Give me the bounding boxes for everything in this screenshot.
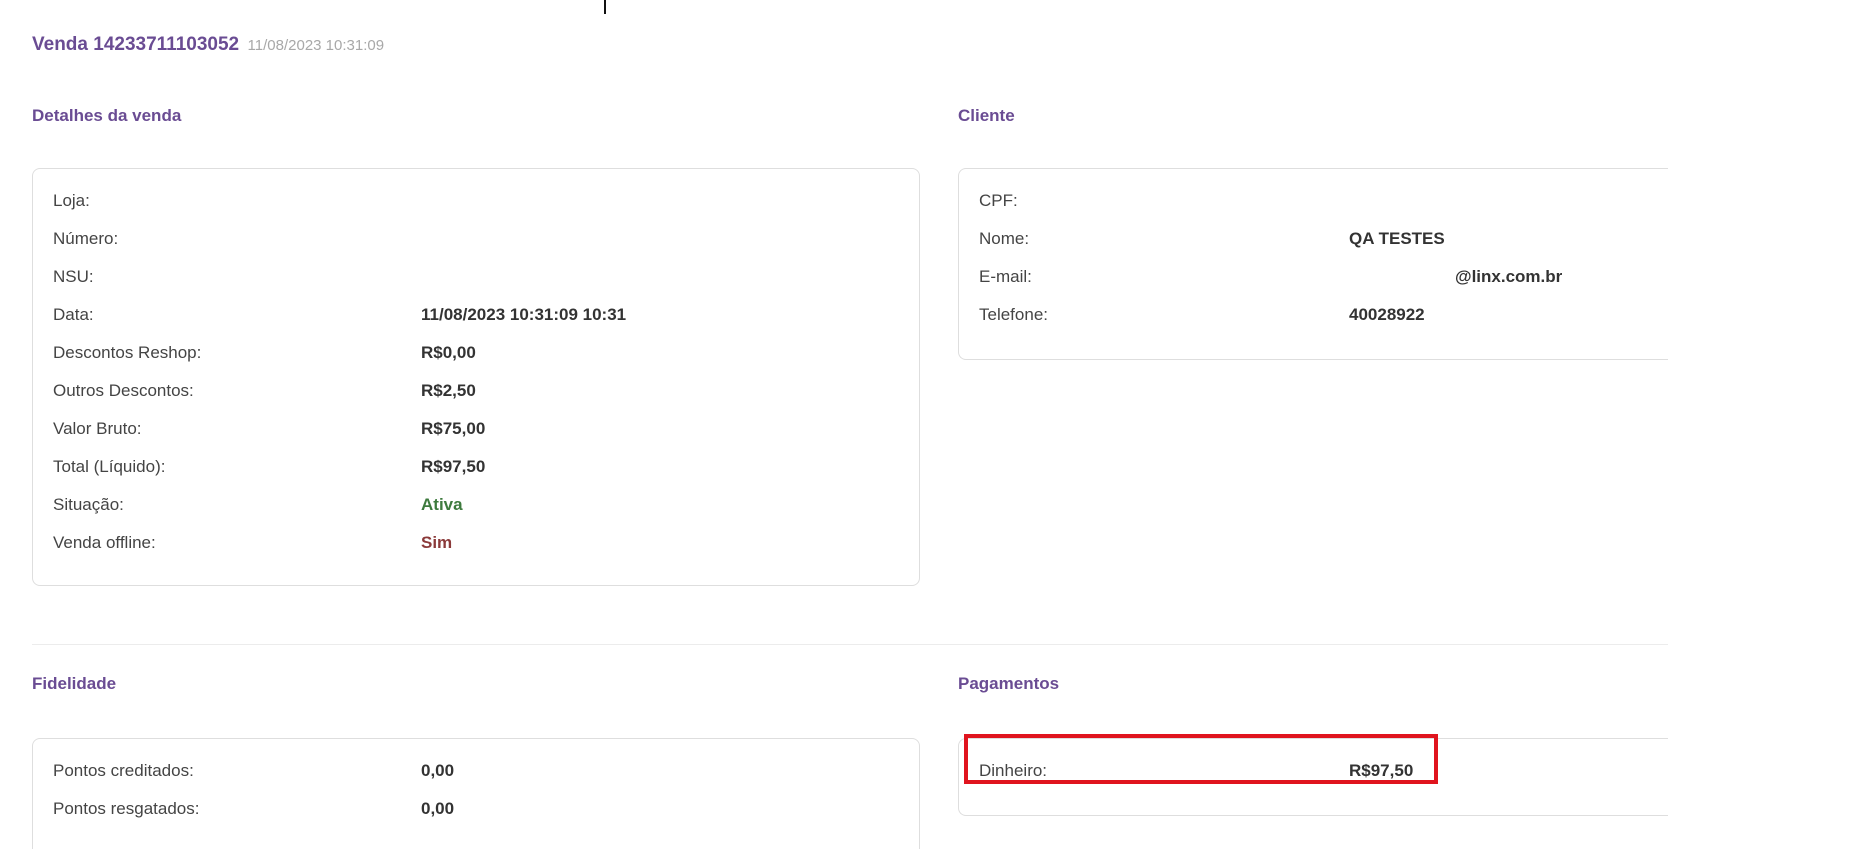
cropped-top-text [0,0,1852,16]
loyalty-value: 0,00 [421,761,455,780]
detail-value: R$97,50 [421,457,486,476]
client-label: Nome: [979,229,1030,248]
client-value: QA TESTES [1349,229,1445,248]
sale-title: Venda 14233711103052 [32,34,240,55]
detail-label: Data: [53,305,94,324]
client-value: 40028922 [1349,305,1425,324]
detail-value: 11/08/2023 10:31:09 10:31 [421,305,627,324]
details-card: Loja: Número: NSU: Data: 11/08/2023 10:3… [32,168,920,586]
text-cursor [604,0,606,14]
client-section-title: Cliente [958,106,1015,125]
offline-value: Sim [421,533,453,552]
detail-label: Venda offline: [53,533,156,552]
detail-label: NSU: [53,267,94,286]
client-label: Telefone: [979,305,1048,324]
detail-label: Situação: [53,495,124,514]
detail-value: R$75,00 [421,419,486,438]
client-label: CPF: [979,191,1018,210]
details-section-title: Detalhes da venda [32,106,182,125]
sale-datetime: 11/08/2023 10:31:09 [247,37,385,54]
detail-label: Total (Líquido): [53,457,166,476]
sale-details-page: Venda 14233711103052 11/08/2023 10:31:09… [0,0,1852,849]
detail-label: Número: [53,229,119,248]
detail-value: R$2,50 [421,381,476,400]
client-card: CPF: Nome: QA TESTES E-mail: @linx.com.b… [958,168,1668,360]
payments-section-title: Pagamentos [958,674,1060,693]
detail-label: Descontos Reshop: [53,343,202,362]
loyalty-label: Pontos resgatados: [53,799,200,818]
sale-header: Venda 14233711103052 11/08/2023 10:31:09 [32,34,384,56]
client-label: E-mail: [979,267,1032,286]
client-value: @linx.com.br [1455,267,1563,286]
loyalty-label: Pontos creditados: [53,761,194,780]
loyalty-card: Pontos creditados: 0,00 Pontos resgatado… [32,738,920,849]
detail-label: Valor Bruto: [53,419,142,438]
status-value: Ativa [421,495,463,514]
detail-label: Loja: [53,191,90,210]
detail-label: Outros Descontos: [53,381,194,400]
section-divider [32,644,1668,645]
detail-value: R$0,00 [421,343,476,362]
loyalty-section-title: Fidelidade [32,674,117,693]
highlight-box [964,734,1438,784]
loyalty-value: 0,00 [421,799,455,818]
